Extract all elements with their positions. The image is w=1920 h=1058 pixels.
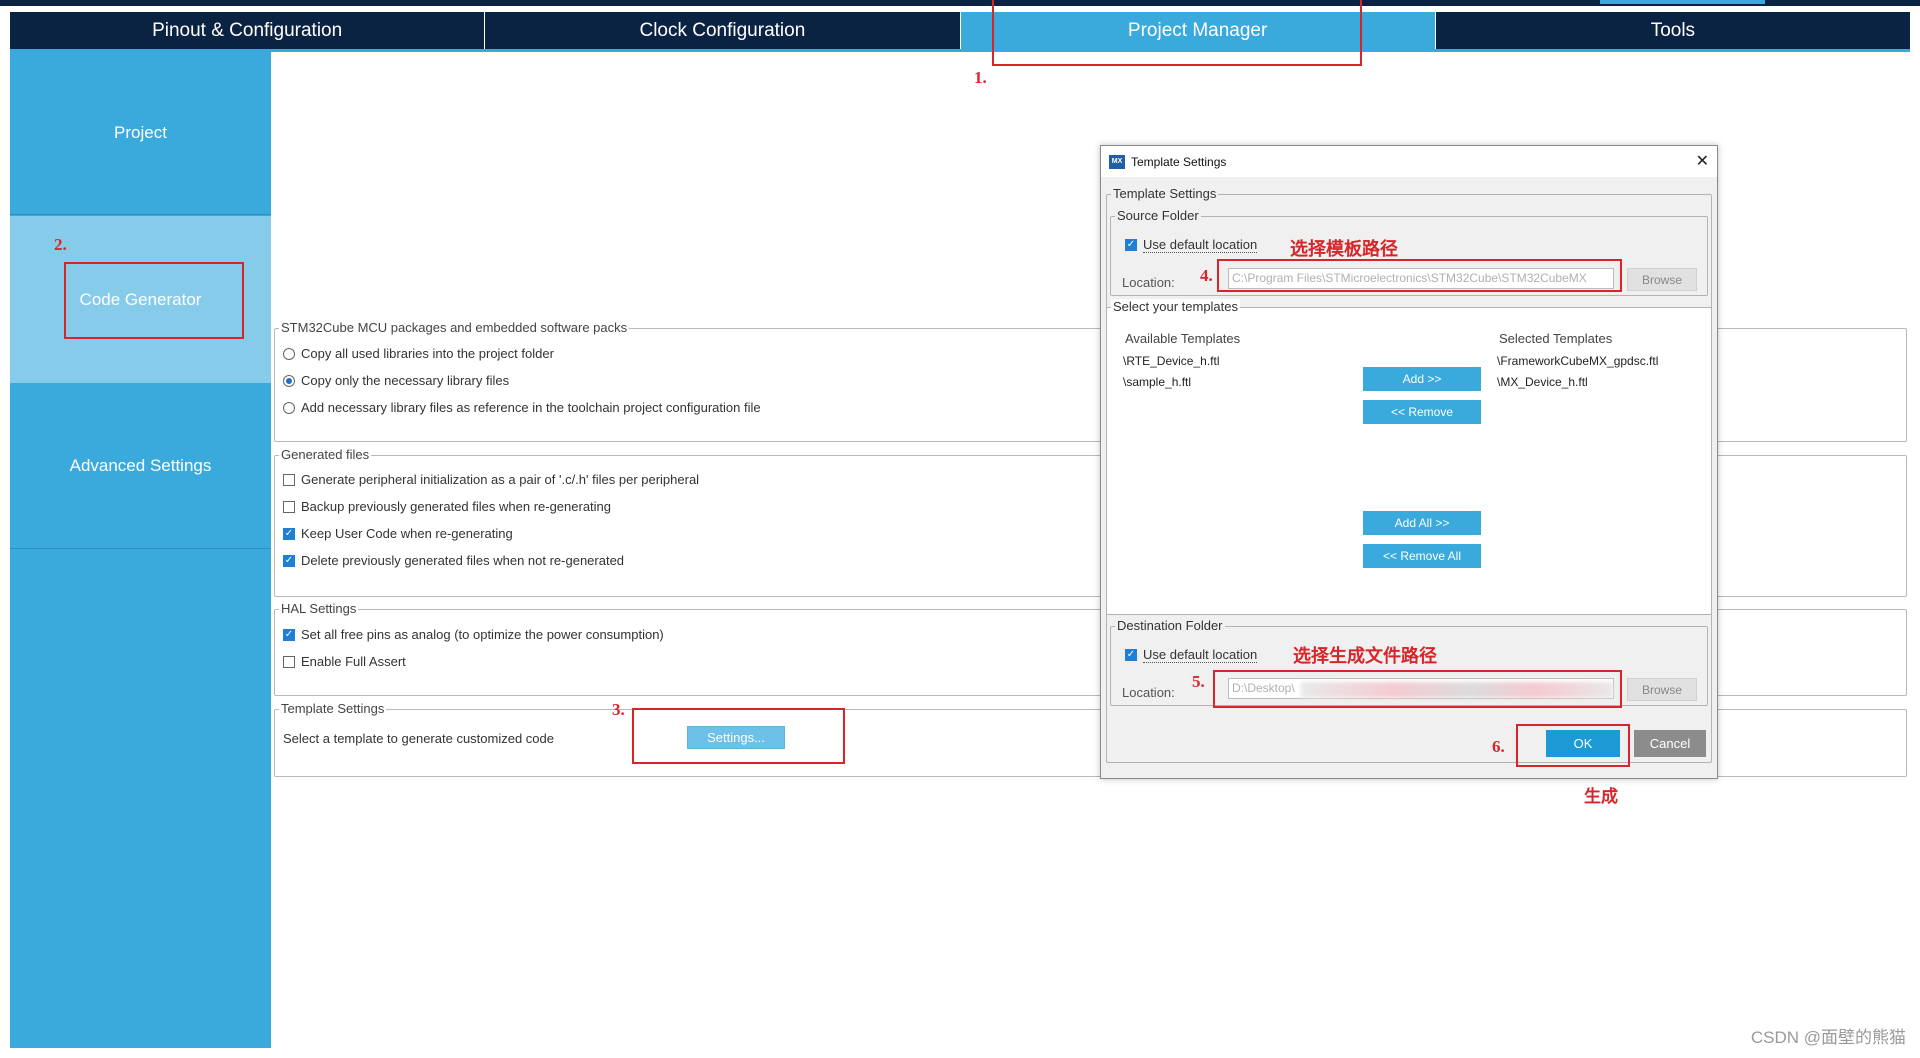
cancel-button[interactable]: Cancel — [1634, 730, 1706, 757]
tab-clock[interactable]: Clock Configuration — [485, 12, 961, 49]
top-highlight — [1600, 0, 1765, 4]
sidebar-item-project[interactable]: Project — [10, 52, 271, 215]
dest-browse-button[interactable]: Browse — [1627, 678, 1697, 701]
template-description: Select a template to generate customized… — [283, 731, 554, 746]
select-templates-legend: Select your templates — [1111, 299, 1241, 314]
annotation-box-ok — [1516, 724, 1630, 767]
copy-necessary-option[interactable]: Copy only the necessary library files — [283, 373, 509, 388]
dialog-title: Template Settings — [1131, 154, 1227, 169]
sidebar-item-advanced-settings[interactable]: Advanced Settings — [10, 384, 271, 549]
radio-copy-all[interactable] — [283, 347, 295, 360]
radio-add-reference[interactable] — [283, 401, 295, 414]
watermark: CSDN @面壁的熊猫 — [1750, 1028, 1906, 1047]
add-reference-option[interactable]: Add necessary library files as reference… — [283, 400, 761, 415]
source-folder-legend: Source Folder — [1115, 208, 1201, 223]
annotation-box-project-manager — [992, 0, 1362, 66]
selected-templates-list: \FrameworkCubeMX_gpdsc.ftl \MX_Device_h.… — [1497, 351, 1658, 393]
source-location-label: Location: — [1122, 275, 1175, 290]
checkbox-delete-files[interactable]: ✓ — [283, 554, 295, 567]
annotation-choose-template-path: 选择模板路径 — [1290, 239, 1398, 259]
template-legend: Template Settings — [279, 701, 387, 716]
close-icon[interactable]: ✕ — [1696, 151, 1709, 171]
select-templates-group: Select your templates Available Template… — [1106, 299, 1712, 615]
annotation-number-6: 6. — [1492, 737, 1505, 756]
dialog-outer-legend: Template Settings — [1111, 186, 1219, 201]
dialog-titlebar: MX Template Settings ✕ — [1101, 146, 1717, 177]
checkbox-backup[interactable] — [283, 500, 295, 513]
destination-folder-legend: Destination Folder — [1115, 618, 1225, 633]
analog-pins-option[interactable]: ✓ Set all free pins as analog (to optimiz… — [283, 627, 664, 642]
list-item[interactable]: \FrameworkCubeMX_gpdsc.ftl — [1497, 351, 1658, 372]
tab-pinout[interactable]: Pinout & Configuration — [10, 12, 486, 49]
remove-all-button[interactable]: << Remove All — [1363, 544, 1481, 568]
remove-button[interactable]: << Remove — [1363, 400, 1481, 424]
add-all-button[interactable]: Add All >> — [1363, 511, 1481, 535]
generated-legend: Generated files — [279, 447, 372, 462]
main-tabs: Pinout & Configuration Clock Configurati… — [10, 12, 1910, 49]
checkbox-keep-user-code[interactable]: ✓ — [283, 527, 295, 540]
mx-app-icon: MX — [1109, 154, 1125, 169]
full-assert-option[interactable]: Enable Full Assert — [283, 654, 406, 669]
source-browse-button[interactable]: Browse — [1627, 268, 1697, 291]
top-strip — [0, 0, 1920, 6]
list-item[interactable]: \RTE_Device_h.ftl — [1123, 351, 1220, 372]
checkbox-full-assert[interactable] — [283, 655, 295, 668]
dest-location-label: Location: — [1122, 685, 1175, 700]
annotation-number-5: 5. — [1192, 672, 1205, 691]
tabs-underline — [10, 49, 1910, 52]
radio-copy-necessary[interactable] — [283, 374, 295, 387]
annotation-number-4: 4. — [1200, 266, 1213, 285]
keep-user-code-option[interactable]: ✓ Keep User Code when re-generating — [283, 526, 513, 541]
annotation-box-dest-location — [1213, 670, 1622, 708]
selected-templates-header: Selected Templates — [1499, 331, 1613, 346]
available-templates-header: Available Templates — [1125, 331, 1241, 346]
list-item[interactable]: \MX_Device_h.ftl — [1497, 372, 1658, 393]
checkbox-source-default[interactable]: ✓ — [1125, 239, 1137, 251]
dest-default-location[interactable]: ✓ Use default location — [1125, 647, 1258, 663]
pair-files-option[interactable]: Generate peripheral initialization as a … — [283, 472, 699, 487]
available-templates-list: \RTE_Device_h.ftl \sample_h.ftl — [1123, 351, 1220, 393]
tab-tools[interactable]: Tools — [1436, 12, 1910, 49]
add-button[interactable]: Add >> — [1363, 367, 1481, 391]
backup-option[interactable]: Backup previously generated files when r… — [283, 499, 611, 514]
annotation-box-source-location — [1217, 259, 1622, 292]
annotation-number-3: 3. — [612, 700, 625, 719]
annotation-number-1: 1. — [974, 68, 987, 87]
delete-files-option[interactable]: ✓ Delete previously generated files when … — [283, 553, 624, 568]
annotation-choose-output-path: 选择生成文件路径 — [1293, 646, 1437, 666]
source-default-location[interactable]: ✓ Use default location — [1125, 237, 1258, 253]
annotation-generate: 生成 — [1584, 787, 1618, 806]
sidebar: Project Code Generator Advanced Settings — [10, 52, 271, 1048]
checkbox-dest-default[interactable]: ✓ — [1125, 649, 1137, 661]
checkbox-analog-pins[interactable]: ✓ — [283, 628, 295, 641]
annotation-box-code-generator — [64, 262, 244, 339]
annotation-box-settings — [632, 708, 845, 764]
checkbox-pair-files[interactable] — [283, 473, 295, 486]
copy-all-option[interactable]: Copy all used libraries into the project… — [283, 346, 554, 361]
hal-legend: HAL Settings — [279, 601, 359, 616]
annotation-number-2: 2. — [54, 235, 67, 254]
packages-legend: STM32Cube MCU packages and embedded soft… — [279, 320, 630, 335]
list-item[interactable]: \sample_h.ftl — [1123, 372, 1220, 393]
